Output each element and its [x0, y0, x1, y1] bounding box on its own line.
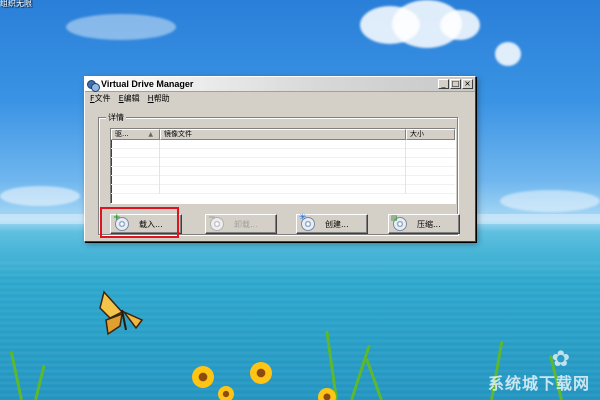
- close-button[interactable]: ×: [462, 79, 473, 89]
- cloud: [495, 42, 521, 66]
- table-row[interactable]: [111, 158, 455, 167]
- column-header-size[interactable]: 大小: [406, 129, 455, 140]
- flower: [250, 362, 272, 384]
- compress-button[interactable]: ▤ 压缩...: [388, 214, 460, 234]
- list-header: 驱... ▲ 镜像文件 大小: [111, 129, 455, 140]
- maximize-button[interactable]: □: [450, 79, 461, 89]
- cloud: [0, 186, 80, 206]
- menu-edit-label: 编辑: [123, 94, 140, 103]
- column-header-drive[interactable]: 驱... ▲: [111, 129, 160, 140]
- window-title: Virtual Drive Manager: [101, 79, 194, 89]
- create-button[interactable]: ✳ 创建...: [296, 214, 368, 234]
- disc-compress-icon: ▤: [391, 214, 407, 231]
- unload-button-label: 卸载...: [234, 219, 258, 229]
- watermark-text: 系统城下载网: [487, 374, 590, 393]
- butterfly-image: [99, 290, 144, 336]
- compress-button-label: 压缩...: [417, 219, 441, 229]
- menu-edit[interactable]: E编辑: [119, 93, 140, 104]
- list-body: [111, 140, 455, 203]
- column-header-size-label: 大小: [410, 130, 424, 138]
- flower: [218, 386, 234, 400]
- minimize-button[interactable]: _: [438, 79, 449, 89]
- menu-file[interactable]: F文件: [90, 93, 111, 104]
- title-bar[interactable]: Virtual Drive Manager _ □ ×: [85, 77, 475, 92]
- column-header-image-file-label: 镜像文件: [164, 130, 192, 138]
- disc-eject-icon: −: [208, 214, 224, 231]
- column-header-image-file[interactable]: 镜像文件: [160, 129, 406, 140]
- column-header-drive-label: 驱...: [115, 130, 129, 138]
- cloud: [500, 190, 600, 212]
- details-group-label: 详情: [106, 112, 126, 123]
- menu-bar: F文件 E编辑 H帮助: [85, 92, 475, 105]
- flower: [192, 366, 214, 388]
- table-row[interactable]: [111, 176, 455, 185]
- desktop-label: 组织无限: [0, 0, 32, 8]
- table-row[interactable]: [111, 167, 455, 176]
- unload-button[interactable]: − 卸载...: [205, 214, 277, 234]
- menu-file-label: 文件: [94, 94, 111, 103]
- drive-list[interactable]: 驱... ▲ 镜像文件 大小: [110, 128, 456, 204]
- cloud: [440, 10, 480, 40]
- menu-help-label: 帮助: [153, 94, 170, 103]
- sort-ascending-icon: ▲: [148, 131, 153, 138]
- disc-create-icon: ✳: [299, 214, 315, 231]
- watermark-logo-icon: ✿: [551, 347, 570, 372]
- cloud: [66, 14, 176, 40]
- create-button-label: 创建...: [325, 219, 349, 229]
- table-row[interactable]: [111, 185, 455, 194]
- app-icon: [87, 79, 100, 92]
- flower: [318, 388, 336, 400]
- table-row[interactable]: [111, 149, 455, 158]
- load-button-highlight-box: [100, 207, 179, 238]
- menu-help[interactable]: H帮助: [148, 93, 170, 104]
- table-row[interactable]: [111, 140, 455, 149]
